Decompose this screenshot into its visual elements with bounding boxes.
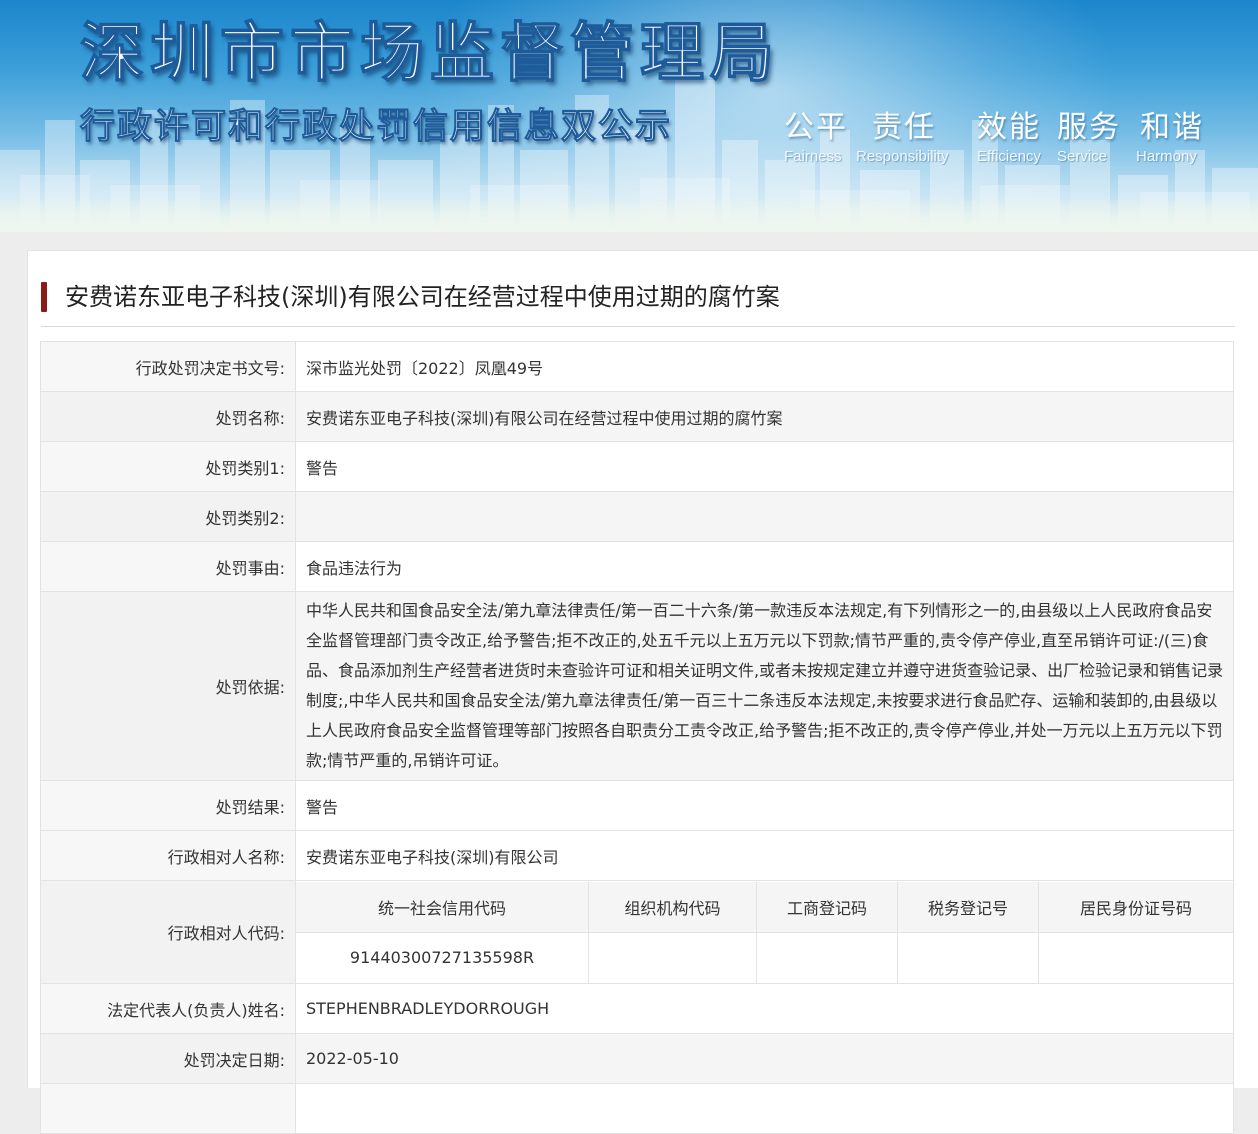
row-cause: 处罚事由: 食品违法行为: [40, 541, 1234, 592]
slogan-en: Responsibility: [856, 148, 949, 165]
row-penalty-name: 处罚名称: 安费诺东亚电子科技(深圳)有限公司在经营过程中使用过期的腐竹案: [40, 391, 1234, 442]
codes-header: 居民身份证号码: [1038, 881, 1233, 933]
codes-header-row: 统一社会信用代码 组织机构代码 工商登记码 税务登记号 居民身份证号码: [296, 881, 1233, 933]
party-codes-table: 统一社会信用代码 组织机构代码 工商登记码 税务登记号 居民身份证号码 9144…: [296, 881, 1233, 983]
slogan-en: Fairness: [784, 148, 842, 165]
site-subtitle: 行政许可和行政处罚信用信息双公示: [79, 107, 673, 148]
slogan-cn: 责任: [872, 110, 936, 145]
field-label: 处罚结果:: [40, 780, 296, 831]
slogan-cn: 服务: [1057, 110, 1121, 145]
row-category1: 处罚类别1: 警告: [40, 441, 1234, 492]
field-label: 行政处罚决定书文号:: [40, 341, 296, 392]
codes-header: 税务登记号: [897, 881, 1039, 933]
field-label: 处罚名称:: [40, 391, 296, 442]
party-codes-cell: 统一社会信用代码 组织机构代码 工商登记码 税务登记号 居民身份证号码 9144…: [295, 880, 1234, 984]
slogan-en: Efficiency: [977, 148, 1041, 165]
tax-reg-value: [897, 931, 1039, 983]
field-label: 处罚依据:: [40, 591, 296, 781]
row-next-partial: [40, 1083, 1234, 1134]
site-title: 深圳市市场监督管理局: [79, 16, 780, 92]
field-label: 处罚类别1:: [40, 441, 296, 492]
heading-accent-bar: [41, 282, 47, 312]
legal-rep-value: STEPHENBRADLEYDORROUGH: [295, 983, 1234, 1034]
slogan-efficiency: 效能 Efficiency: [977, 110, 1041, 166]
slogan-responsibility: 责任 Responsibility: [856, 110, 949, 166]
banner-ground: [0, 200, 1258, 232]
field-label: 处罚决定日期:: [40, 1033, 296, 1084]
content-panel: 安费诺东亚电子科技(深圳)有限公司在经营过程中使用过期的腐竹案 行政处罚决定书文…: [27, 250, 1258, 1134]
credit-code-value: 91440300727135598R: [296, 931, 589, 983]
row-decision-date: 处罚决定日期: 2022-05-10: [40, 1033, 1234, 1084]
header-banner: 深圳市市场监督管理局 行政许可和行政处罚信用信息双公示 公平 Fairness …: [0, 0, 1258, 232]
slogan-group: 公平 Fairness 责任 Responsibility 效能 Efficie…: [784, 110, 1204, 170]
field-label: 行政相对人名称:: [40, 830, 296, 881]
category1-value: 警告: [295, 441, 1234, 492]
slogan-fairness: 公平 Fairness: [784, 110, 848, 166]
case-title: 安费诺东亚电子科技(深圳)有限公司在经营过程中使用过期的腐竹案: [65, 283, 780, 311]
org-code-value: [588, 931, 757, 983]
business-reg-value: [756, 931, 898, 983]
id-number-value: [1038, 931, 1233, 983]
codes-value-row: 91440300727135598R: [296, 931, 1233, 983]
slogan-cn: 效能: [977, 110, 1041, 145]
row-party-name: 行政相对人名称: 安费诺东亚电子科技(深圳)有限公司: [40, 830, 1234, 881]
field-label: 法定代表人(负责人)姓名:: [40, 983, 296, 1034]
field-label: 处罚类别2:: [40, 491, 296, 542]
party-name-value: 安费诺东亚电子科技(深圳)有限公司: [295, 830, 1234, 881]
slogan-service: 服务 Service: [1057, 110, 1121, 166]
row-party-codes: 行政相对人代码: 统一社会信用代码 组织机构代码 工商登记码 税务登记号 居民身…: [40, 880, 1234, 984]
decision-date-value: 2022-05-10: [295, 1033, 1234, 1084]
row-category2: 处罚类别2:: [40, 491, 1234, 542]
field-label: [40, 1083, 296, 1134]
slogan-en: Harmony: [1136, 148, 1197, 165]
slogan-en: Service: [1057, 148, 1108, 165]
slogan-harmony: 和谐 Harmony: [1136, 110, 1204, 166]
slogan-cn: 公平: [784, 110, 848, 145]
row-result: 处罚结果: 警告: [40, 780, 1234, 831]
basis-value: 中华人民共和国食品安全法/第九章法律责任/第一百二十六条/第一款违反本法规定,有…: [295, 591, 1234, 781]
slogan-cn: 和谐: [1140, 110, 1204, 145]
category2-value: [295, 491, 1234, 542]
penalty-name-value: 安费诺东亚电子科技(深圳)有限公司在经营过程中使用过期的腐竹案: [295, 391, 1234, 442]
result-value: 警告: [295, 780, 1234, 831]
field-label: 处罚事由:: [40, 541, 296, 592]
field-label: 行政相对人代码:: [40, 880, 296, 984]
row-decision-no: 行政处罚决定书文号: 深市监光处罚〔2022〕凤凰49号: [40, 341, 1234, 392]
row-basis: 处罚依据: 中华人民共和国食品安全法/第九章法律责任/第一百二十六条/第一款违反…: [40, 591, 1234, 781]
codes-header: 工商登记码: [756, 881, 898, 933]
case-heading: 安费诺东亚电子科技(深圳)有限公司在经营过程中使用过期的腐竹案: [41, 278, 1235, 327]
decision-number-value: 深市监光处罚〔2022〕凤凰49号: [295, 341, 1234, 392]
cause-value: 食品违法行为: [295, 541, 1234, 592]
codes-header: 统一社会信用代码: [296, 881, 589, 933]
field-value: [295, 1083, 1234, 1134]
penalty-detail-table: 行政处罚决定书文号: 深市监光处罚〔2022〕凤凰49号 处罚名称: 安费诺东亚…: [40, 341, 1234, 1134]
row-legal-rep: 法定代表人(负责人)姓名: STEPHENBRADLEYDORROUGH: [40, 983, 1234, 1034]
codes-header: 组织机构代码: [588, 881, 757, 933]
